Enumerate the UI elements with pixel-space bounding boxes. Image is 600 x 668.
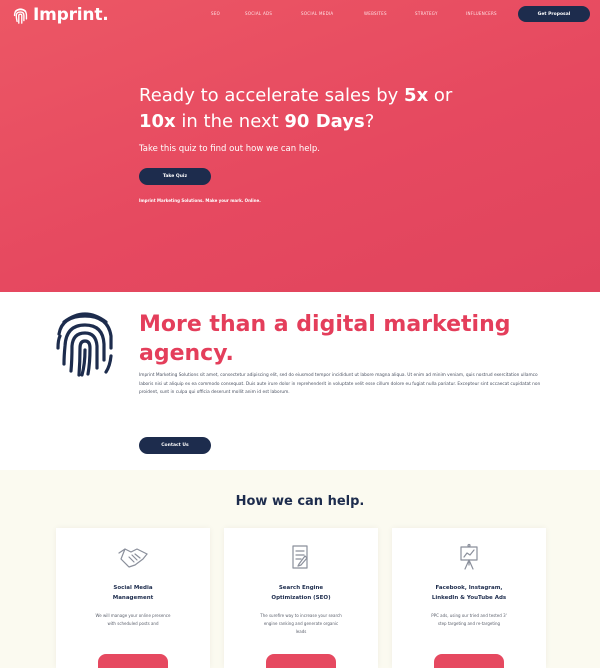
nav-item-influencers[interactable]: INFLUENCERS: [466, 11, 518, 16]
fingerprint-icon: [56, 312, 113, 377]
get-proposal-button[interactable]: Get Proposal: [518, 6, 590, 22]
hero-subtitle: Take this quiz to find out how we can he…: [139, 144, 320, 154]
hero-title: Ready to accelerate sales by 5x or 10x i…: [139, 85, 453, 132]
card-description: The surefire way to increase your search…: [260, 613, 342, 634]
services-section: How we can help. Social Media Management …: [0, 470, 600, 668]
nav-item-seo[interactable]: SEO: [211, 11, 245, 16]
services-title: How we can help.: [235, 494, 365, 509]
about-section: More than a digital marketing agency. Im…: [0, 292, 600, 470]
card-learn-more-button[interactable]: [98, 654, 168, 668]
main-nav: SEO SOCIAL ADS SOCIAL MEDIA WEBSITES STR…: [211, 11, 518, 16]
about-body: Imprint Marketing Solutions sit amet, co…: [139, 373, 541, 395]
card-learn-more-button[interactable]: [266, 654, 336, 668]
brand-name: Imprint.: [33, 5, 109, 25]
about-title: More than a digital marketing agency.: [139, 312, 511, 366]
nav-item-social-ads[interactable]: SOCIAL ADS: [245, 11, 301, 16]
take-quiz-button[interactable]: Take Quiz: [139, 168, 211, 185]
nav-item-social-media[interactable]: SOCIAL MEDIA: [301, 11, 364, 16]
service-card-social-media[interactable]: Social Media Management We will manage yo…: [56, 528, 210, 668]
brand-logo[interactable]: Imprint.: [12, 5, 109, 25]
card-title: Facebook, Instagram, LinkedIn & YouTube A…: [431, 585, 507, 601]
card-description: We will manage your online presence with …: [95, 613, 171, 626]
nav-item-websites[interactable]: WEBSITES: [364, 11, 415, 16]
card-title: Social Media Management: [112, 585, 154, 601]
card-title: Search Engine Optimization (SEO): [271, 585, 331, 601]
service-card-ads[interactable]: Facebook, Instagram, LinkedIn & YouTube A…: [392, 528, 546, 668]
nav-item-strategy[interactable]: STRATEGY: [415, 11, 466, 16]
card-learn-more-button[interactable]: [434, 654, 504, 668]
hero-section: Imprint. SEO SOCIAL ADS SOCIAL MEDIA WEB…: [0, 0, 600, 292]
card-description: PPC ads, using our tried and tested 3' st…: [431, 613, 507, 626]
document-edit-icon: [292, 545, 308, 569]
handshake-icon: [118, 548, 148, 568]
service-card-seo[interactable]: Search Engine Optimization (SEO) The sure…: [224, 528, 378, 668]
hero-tagline: Imprint Marketing Solutions. Make your m…: [139, 198, 261, 203]
fingerprint-logo-icon: [13, 7, 28, 24]
presentation-board-icon: [460, 543, 478, 570]
contact-us-button[interactable]: Contact Us: [139, 437, 211, 454]
